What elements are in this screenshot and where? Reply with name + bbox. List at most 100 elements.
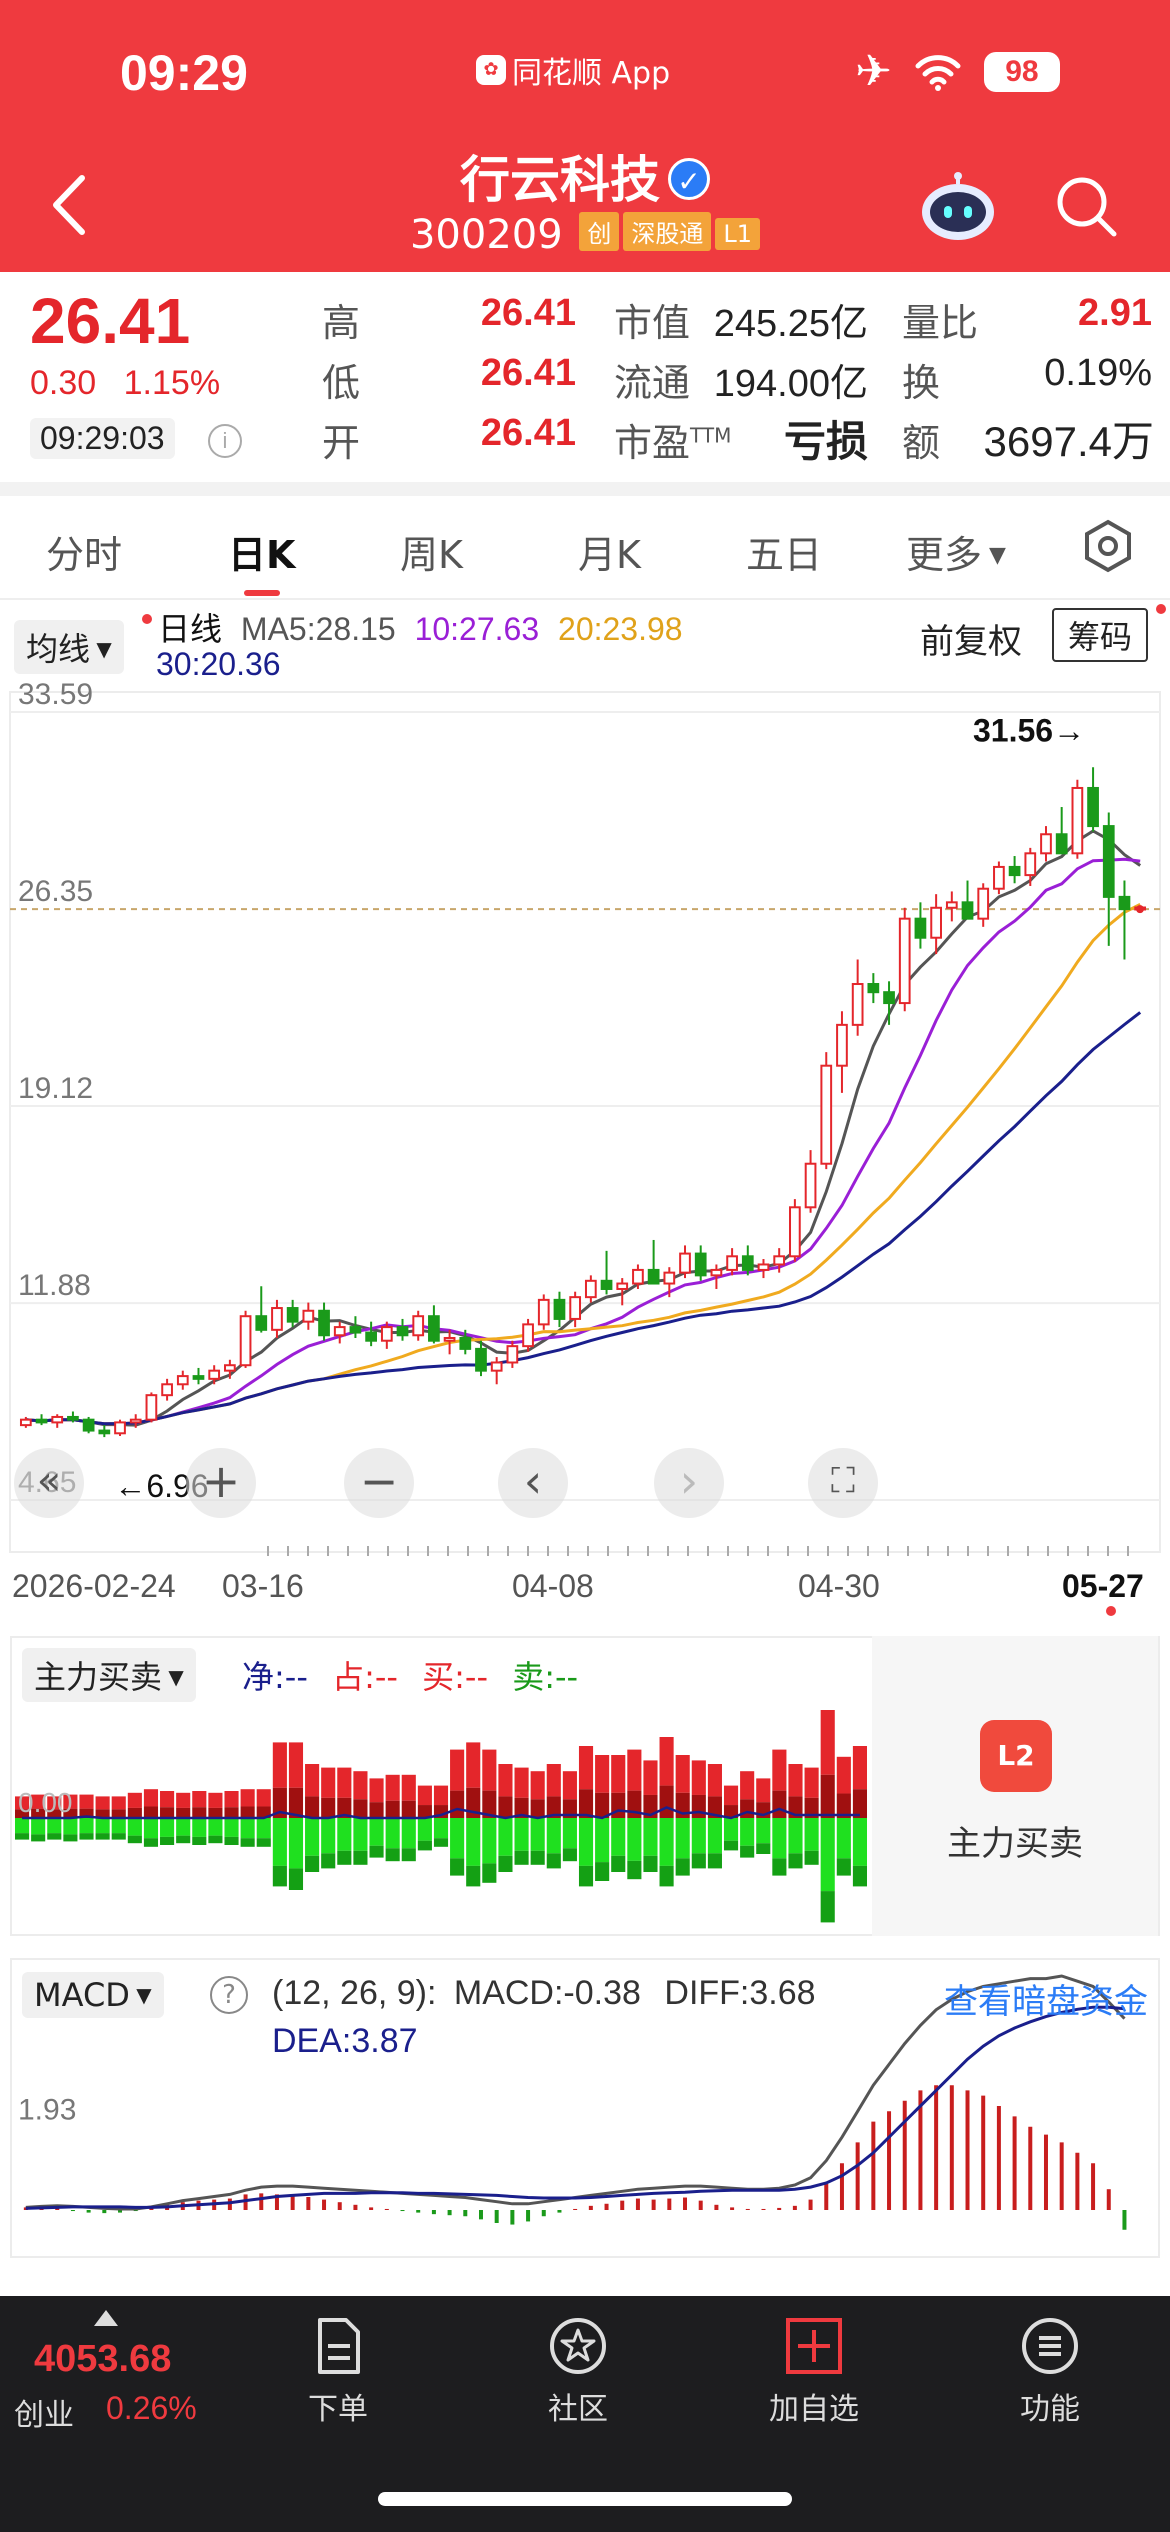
y-tick-label: 11.88: [18, 1269, 91, 1302]
buy-label: 买:--: [422, 1658, 489, 1696]
index-pct: 0.26%: [106, 2390, 197, 2426]
y-tick-label: 26.35: [18, 875, 93, 908]
menu-icon: [1022, 2318, 1078, 2374]
candle-body: [35, 1418, 48, 1424]
nav-add-watchlist[interactable]: 加自选: [744, 2314, 884, 2428]
candle-body: [1040, 833, 1052, 855]
fullscreen-icon[interactable]: ⛶: [808, 1448, 878, 1518]
candle-body: [286, 1307, 299, 1323]
caret-down-icon: ▼: [90, 637, 112, 661]
candle-body: [647, 1268, 660, 1285]
l2-promo[interactable]: L2 主力买卖: [872, 1636, 1158, 1936]
candle-body: [239, 1315, 252, 1367]
candle-body: [1024, 852, 1037, 877]
home-indicator: [378, 2492, 792, 2506]
macd-selector[interactable]: MACD ▼: [22, 1972, 164, 2018]
index-widget[interactable]: 4053.68 创业 0.26%: [0, 2296, 230, 2446]
open-value: 26.41: [480, 412, 576, 454]
candle-body: [883, 991, 895, 1005]
help-icon[interactable]: ?: [210, 1976, 248, 2014]
index-up-arrow-icon: [94, 2310, 118, 2326]
candle-body: [428, 1315, 440, 1342]
tab-weekly-k[interactable]: 周K: [400, 524, 463, 579]
nav-order[interactable]: 下单: [268, 2314, 408, 2428]
candle-body: [161, 1383, 173, 1397]
app-badge[interactable]: ✿ 同花顺 App: [476, 48, 670, 92]
stock-name: 行云科技: [460, 151, 660, 209]
tab-intraday[interactable]: 分时: [46, 524, 122, 579]
candle-body: [145, 1394, 158, 1421]
adjust-mode[interactable]: 前复权: [920, 614, 1022, 663]
info-icon[interactable]: i: [208, 424, 242, 458]
candle-body: [632, 1268, 644, 1285]
candle-body: [333, 1326, 346, 1337]
candle-body: [82, 1418, 95, 1432]
top-header: 09:29 ✿ 同花顺 App ✈ 98 行云科技 ✓ 300209 创深股通 L1: [0, 0, 1170, 272]
candle-body: [789, 1206, 801, 1258]
level-tag: L1: [715, 218, 761, 250]
scroll-right-button[interactable]: ›: [654, 1448, 724, 1518]
chips-button[interactable]: 筹码: [1052, 608, 1149, 662]
candle-body: [945, 901, 958, 909]
candle-body: [773, 1255, 786, 1266]
candle-body: [1008, 865, 1021, 877]
candle-body: [459, 1336, 472, 1350]
scroll-left-fast-button[interactable]: «: [14, 1448, 84, 1518]
candle-body: [851, 983, 864, 1026]
tab-five-day[interactable]: 五日: [746, 524, 822, 579]
wifi-icon: [915, 55, 961, 91]
x-label-start: 2026-02-24: [12, 1568, 176, 1604]
ma-legend: 日线 MA5:28.15 10:27.63 20:23.98: [158, 604, 683, 650]
nav-functions[interactable]: 功能: [980, 2314, 1120, 2428]
candle-body: [616, 1282, 629, 1290]
candle-body: [930, 906, 942, 939]
scroll-left-button[interactable]: ‹: [498, 1448, 568, 1518]
dark-pool-link[interactable]: 查看暗盘资金: [944, 1974, 1148, 2023]
app-name: 同花顺 App: [512, 56, 671, 91]
ma5-label: MA5:28.15: [240, 611, 396, 647]
candle-body: [694, 1252, 707, 1277]
ma-selector[interactable]: 均线 ▼: [14, 620, 124, 674]
high-marker: 31.56→: [973, 712, 1085, 748]
candle-body: [679, 1252, 691, 1274]
candle-body: [537, 1298, 550, 1326]
high-label: 高: [322, 301, 361, 345]
order-icon: [318, 2318, 360, 2374]
market-cap-value: 245.25亿: [713, 303, 868, 345]
candle-body: [365, 1331, 377, 1342]
bottom-nav-bar: 4053.68 创业 0.26% 下单 社区 加自选 功能: [0, 2296, 1170, 2532]
connect-tag: 深股通: [623, 212, 712, 251]
candle-body: [977, 887, 990, 920]
tab-more[interactable]: 更多 ▼: [906, 524, 1006, 579]
section-divider: [0, 482, 1170, 496]
volume-ratio-value: 2.91: [1078, 292, 1152, 334]
dea-label: DEA:3.87: [272, 2022, 418, 2060]
tab-daily-k[interactable]: 日K: [228, 524, 295, 579]
zoom-in-button[interactable]: +: [186, 1448, 256, 1518]
candle-body: [993, 865, 1005, 890]
hexagon-settings-icon[interactable]: [1080, 518, 1136, 574]
x-label-0430: 04-30: [798, 1568, 880, 1604]
ratio-label: 占:--: [332, 1658, 398, 1696]
candle-body: [584, 1279, 597, 1299]
candle-body: [412, 1315, 425, 1337]
assistant-robot-icon[interactable]: [918, 172, 998, 242]
search-icon[interactable]: [1054, 174, 1118, 238]
tab-monthly-k[interactable]: 月K: [578, 524, 641, 579]
zoom-out-button[interactable]: −: [344, 1448, 414, 1518]
caret-down-icon: ▼: [129, 1983, 152, 2007]
volume-ratio-label: 量比: [902, 301, 979, 345]
candle-body: [1102, 825, 1115, 898]
chips-dot: [1156, 604, 1166, 614]
fund-flow-selector[interactable]: 主力买卖 ▼: [22, 1648, 196, 1702]
diff-label: DIFF:3.68: [664, 1974, 816, 2012]
period-label: 日线: [158, 611, 223, 647]
macd-values: (12, 26, 9): MACD:-0.38 DIFF:3.68: [272, 1974, 816, 2013]
macd-label: MACD:-0.38: [453, 1974, 641, 2012]
ma10-label: 10:27.63: [414, 611, 540, 647]
community-icon: [550, 2318, 606, 2374]
turnover-value: 0.19%: [1044, 352, 1152, 394]
ma20-label: 20:23.98: [558, 611, 683, 647]
candle-body: [192, 1375, 205, 1380]
nav-community[interactable]: 社区: [508, 2314, 648, 2428]
